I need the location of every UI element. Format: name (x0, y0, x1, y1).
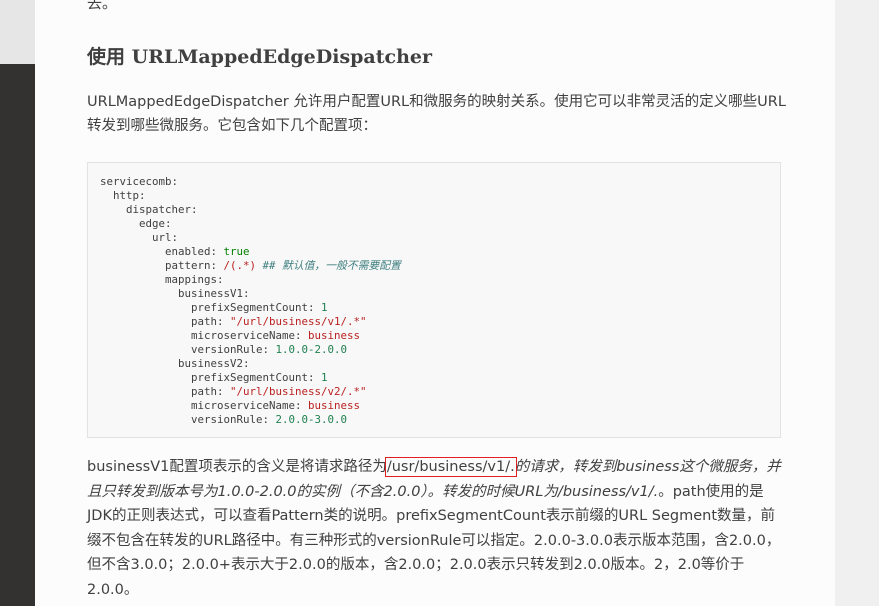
code-value: "/url/business/v1/.*" (230, 315, 367, 328)
section-title: 使用 URLMappedEdgeDispatcher (87, 46, 433, 68)
intro-paragraph: URLMappedEdgeDispatcher 允许用户配置URL和微服务的映射… (87, 94, 786, 134)
code-line: prefixSegmentCount: 1 (100, 371, 768, 385)
code-value: true (223, 245, 250, 258)
code-key: prefixSegmentCount: (100, 371, 322, 384)
code-line: pattern: /(.*) ## 默认值，一般不需要配置 (100, 259, 768, 273)
code-line: versionRule: 1.0.0-2.0.0 (100, 343, 768, 357)
code-value: /(.*) (223, 259, 257, 272)
code-key: enabled: (100, 245, 224, 258)
code-comment: ## 默认值，一般不需要配置 (256, 259, 401, 272)
explanation-text: 。path使用的是JDK的正则表达式，可以查看Pattern类的说明。prefi… (87, 483, 781, 598)
right-margin (835, 0, 879, 606)
code-value: 1 (321, 371, 328, 384)
code-line: mappings: (100, 273, 224, 286)
code-line: versionRule: 2.0.0-3.0.0 (100, 413, 768, 427)
code-line: businessV2: (100, 357, 250, 370)
highlighted-path[interactable]: /usr/business/v1/. (384, 457, 517, 477)
sidebar-navigation (0, 64, 35, 606)
code-line: url: (100, 231, 179, 244)
code-line: businessV1: (100, 287, 250, 300)
code-key: microserviceName: (100, 399, 309, 412)
code-value: 1 (321, 301, 328, 314)
sidebar-top-area (0, 0, 35, 64)
code-line: path: "/url/business/v2/.*" (100, 385, 768, 399)
main-content: 去。 使用 URLMappedEdgeDispatcher URLMappedE… (35, 0, 835, 606)
code-key: versionRule: (100, 343, 276, 356)
code-key: pattern: (100, 259, 224, 272)
code-line: prefixSegmentCount: 1 (100, 301, 768, 315)
code-value: 1.0.0-2.0.0 (275, 343, 348, 356)
code-key: microserviceName: (100, 329, 309, 342)
code-line: enabled: true (100, 245, 768, 259)
code-line: microserviceName: business (100, 329, 768, 343)
code-line: dispatcher: (100, 203, 198, 216)
code-line: http: (100, 189, 146, 202)
code-line: path: "/url/business/v1/.*" (100, 315, 768, 329)
code-line: servicecomb: (100, 175, 179, 188)
code-key: path: (100, 385, 231, 398)
code-value: business (308, 329, 361, 342)
code-value: business (308, 399, 361, 412)
explanation-text: businessV1配置项表示的含义是将请求路径为 (87, 459, 387, 475)
code-line: microserviceName: business (100, 399, 768, 413)
explanation-paragraph: businessV1配置项表示的含义是将请求路径为/usr/business/v… (87, 455, 787, 602)
code-key: prefixSegmentCount: (100, 301, 322, 314)
code-key: versionRule: (100, 413, 276, 426)
code-value: 2.0.0-3.0.0 (275, 413, 348, 426)
code-value: "/url/business/v2/.*" (230, 385, 367, 398)
code-key: path: (100, 315, 231, 328)
yaml-code-block[interactable]: servicecomb: http: dispatcher: edge: url… (87, 162, 781, 438)
previous-paragraph-fragment: 去。 (87, 0, 118, 12)
code-line: edge: (100, 217, 172, 230)
